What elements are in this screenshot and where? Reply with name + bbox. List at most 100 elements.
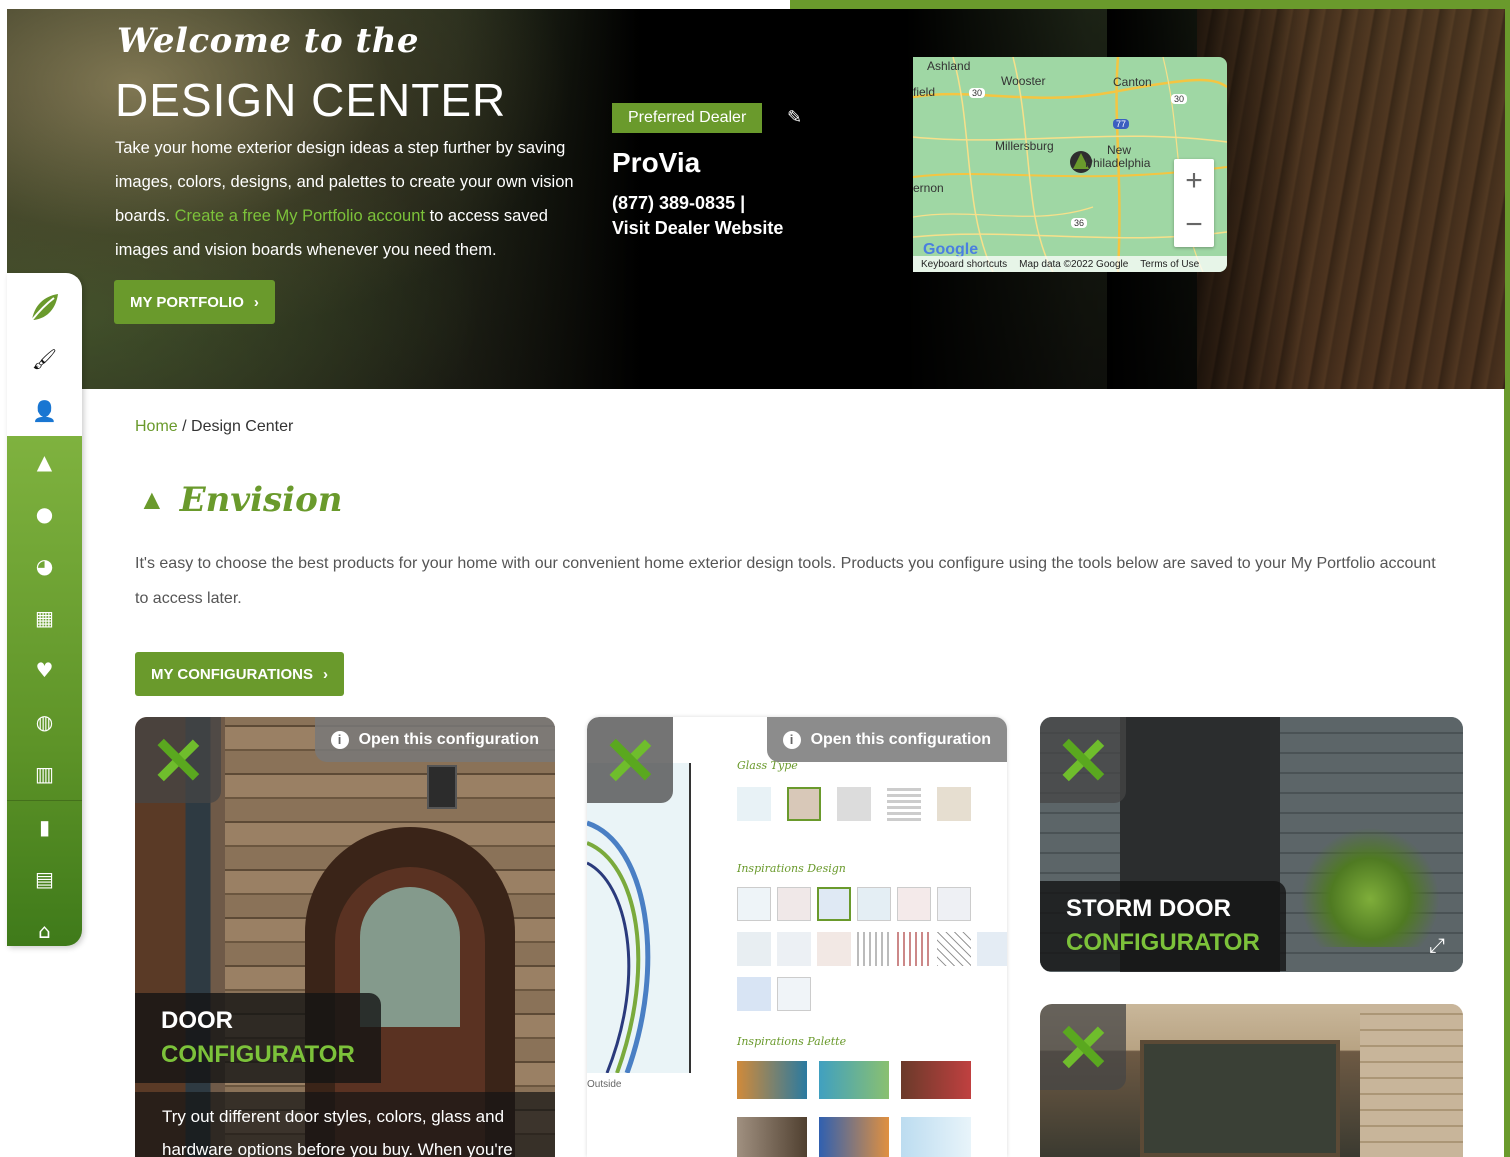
tree-icon: ▲ [138, 484, 166, 515]
palette-option[interactable] [901, 1061, 971, 1099]
dealer-website-link[interactable]: Visit Dealer Website [612, 218, 783, 239]
route-77-shield: 77 [1113, 119, 1130, 129]
breadcrumb: Home / Design Center [135, 418, 294, 435]
dealer-name: ProVia [612, 147, 701, 178]
glass-configurator-card[interactable]: Glass Type Inspirations Design Inspirati… [587, 717, 1007, 1157]
edit-pencil-icon[interactable]: ✎ [787, 107, 802, 128]
palette-option[interactable] [819, 1061, 889, 1099]
palette-option[interactable] [737, 1117, 807, 1157]
inspiration-palette-heading: Inspirations Palette [737, 1035, 847, 1048]
breadcrumb-home-link[interactable]: Home [135, 418, 178, 435]
design-option[interactable] [897, 887, 931, 921]
sidebar-item-user[interactable]: 👤 [7, 385, 82, 437]
heart-icon: ♥ [35, 658, 54, 682]
hero-script-title: Welcome to the [117, 21, 420, 61]
info-icon: i [330, 730, 349, 749]
side-toolbar: 🖌 👤 ▲ ● ◕ ▦ ♥ ◍ ▥ ▮ ▤ ⌂ [7, 273, 82, 946]
design-option[interactable] [777, 887, 811, 921]
design-option[interactable] [737, 887, 771, 921]
card-description: Try out different door styles, colors, g… [135, 1092, 555, 1157]
design-option[interactable] [777, 932, 811, 966]
dealer-map[interactable]: Ashland Wooster Canton field Millersburg… [913, 57, 1227, 272]
palette-option[interactable] [737, 1061, 807, 1099]
section-title: Envision [179, 480, 343, 520]
design-option[interactable] [977, 932, 1007, 966]
outside-label: Outside [587, 1079, 622, 1090]
brush-icon: 🖌 [31, 347, 58, 371]
create-account-link[interactable]: Create a free My Portfolio account [175, 207, 425, 225]
sidebar-item-door[interactable]: ▮ [7, 801, 82, 853]
open-configuration-button[interactable]: i Open this configuration [766, 717, 1007, 762]
design-option[interactable] [937, 887, 971, 921]
patio-door-card[interactable] [1040, 1004, 1463, 1157]
map-zoom-control: + − [1174, 159, 1214, 247]
door-configurator-card[interactable]: i Open this configuration DOOR CONFIGURA… [135, 717, 555, 1157]
sidebar-item-home[interactable]: ⌂ [7, 905, 82, 946]
clipboard-icon: ▤ [35, 867, 54, 891]
hero-title: DESIGN CENTER [115, 74, 507, 126]
tools-icon [609, 738, 652, 782]
design-option[interactable] [737, 977, 771, 1011]
chevron-right-icon: › [253, 293, 259, 311]
palette-option[interactable] [819, 1117, 889, 1157]
door-icon: ▮ [38, 815, 50, 839]
design-option[interactable] [777, 977, 811, 1011]
chevron-right-icon: › [322, 665, 328, 683]
palette-option[interactable] [901, 1117, 971, 1157]
sidebar-item-leaf[interactable] [7, 281, 82, 333]
design-option[interactable] [737, 932, 771, 966]
terms-link[interactable]: Terms of Use [1140, 259, 1199, 270]
keyboard-shortcuts-link[interactable]: Keyboard shortcuts [921, 259, 1007, 270]
sidebar-item-brush[interactable]: 🖌 [7, 333, 82, 385]
sidebar-item-grid[interactable]: ▦ [7, 592, 82, 644]
info-icon: i [782, 730, 801, 749]
tools-icon [1062, 1025, 1105, 1069]
globe-icon: ◍ [35, 710, 54, 734]
glass-option[interactable] [937, 787, 971, 821]
configurator-badge [1040, 717, 1126, 803]
design-option[interactable] [937, 932, 971, 966]
configurator-badge [1040, 1004, 1126, 1090]
open-configuration-button[interactable]: i Open this configuration [314, 717, 555, 762]
sidebar-item-ideas[interactable]: ● [7, 488, 82, 540]
glass-preview [587, 763, 691, 1074]
dealer-phone[interactable]: (877) 389-0835 | [612, 193, 745, 214]
sidebar-item-globe[interactable]: ◍ [7, 696, 82, 748]
my-configurations-button[interactable]: MY CONFIGURATIONS › [135, 652, 344, 696]
storm-door-configurator-card[interactable]: STORM DOOR CONFIGURATOR ⤢ [1040, 717, 1463, 972]
sidebar-item-tree[interactable]: ▲ [7, 436, 82, 488]
envision-heading: ▲ Envision [138, 480, 342, 520]
palette-icon: ◕ [35, 554, 54, 578]
glass-option[interactable] [787, 787, 821, 821]
card-label: STORM DOOR CONFIGURATOR [1040, 881, 1286, 971]
design-option[interactable] [857, 887, 891, 921]
map-footer: Keyboard shortcuts Map data ©2022 Google… [913, 256, 1227, 272]
sidebar-item-clipboard[interactable]: ▤ [7, 853, 82, 905]
configurator-badge [135, 717, 221, 803]
design-option[interactable] [817, 932, 851, 966]
route-30-shield: 30 [1171, 94, 1188, 104]
sidebar-item-palette[interactable]: ◕ [7, 540, 82, 592]
design-option[interactable] [817, 887, 851, 921]
card-label: DOOR CONFIGURATOR [135, 993, 381, 1083]
leaf-icon [30, 294, 58, 321]
zoom-in-button[interactable]: + [1174, 159, 1214, 203]
columns-icon: ▥ [35, 762, 54, 786]
lantern-icon [427, 765, 457, 809]
design-option[interactable] [897, 932, 931, 966]
route-36-shield: 36 [1071, 218, 1088, 228]
my-portfolio-button[interactable]: MY PORTFOLIO › [114, 280, 275, 324]
sidebar-item-favorites[interactable]: ♥ [7, 644, 82, 696]
sidebar-item-columns[interactable]: ▥ [7, 748, 82, 800]
zoom-out-button[interactable]: − [1174, 203, 1214, 247]
inspiration-design-heading: Inspirations Design [737, 862, 846, 875]
map-data-credit: Map data ©2022 Google [1019, 258, 1129, 270]
design-option[interactable] [857, 932, 891, 966]
glass-option[interactable] [887, 787, 921, 821]
top-accent-bar [790, 0, 1510, 9]
expand-icon[interactable]: ⤢ [1429, 935, 1445, 958]
tools-icon [157, 738, 200, 782]
glass-option[interactable] [837, 787, 871, 821]
glass-option[interactable] [737, 787, 771, 821]
home-icon: ⌂ [38, 919, 51, 943]
